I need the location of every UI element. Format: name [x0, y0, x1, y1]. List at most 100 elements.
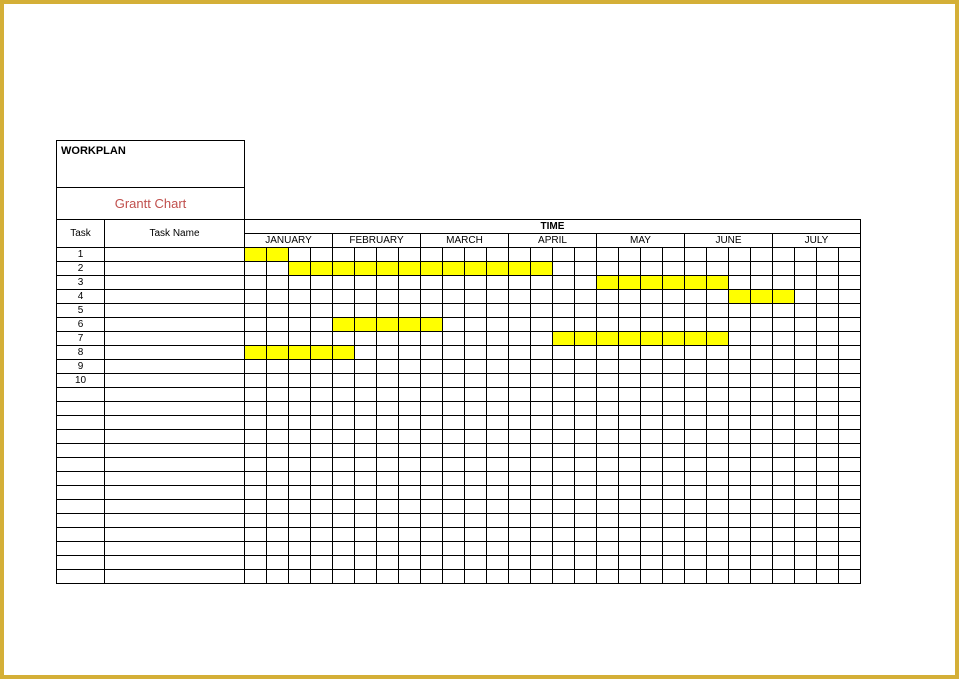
- gantt-cell: [509, 444, 531, 458]
- gantt-cell: [641, 304, 663, 318]
- gantt-cell: [817, 528, 839, 542]
- gantt-cell: [773, 374, 795, 388]
- gantt-cell: [685, 430, 707, 444]
- gantt-cell: [641, 346, 663, 360]
- gantt-cell: [377, 332, 399, 346]
- gantt-cell: [751, 332, 773, 346]
- gantt-cell: [795, 332, 817, 346]
- gantt-cell: [531, 248, 553, 262]
- gantt-cell: [289, 458, 311, 472]
- gantt-cell: [377, 304, 399, 318]
- gantt-cell: [773, 346, 795, 360]
- gantt-cell: [773, 248, 795, 262]
- gantt-cell: [465, 570, 487, 584]
- time-header: TIME: [245, 220, 861, 234]
- gantt-cell: [817, 556, 839, 570]
- gantt-cell: [465, 500, 487, 514]
- gantt-cell: [729, 360, 751, 374]
- task-name-cell: [105, 514, 245, 528]
- gantt-cell: [685, 360, 707, 374]
- gantt-cell: [487, 388, 509, 402]
- task-name-cell: [105, 262, 245, 276]
- gantt-cell: [355, 500, 377, 514]
- gantt-cell: [685, 444, 707, 458]
- gantt-cell: [509, 556, 531, 570]
- gantt-cell: [641, 360, 663, 374]
- gantt-cell: [465, 248, 487, 262]
- gantt-cell: [839, 332, 861, 346]
- gantt-cell: [707, 472, 729, 486]
- gantt-cell: [443, 570, 465, 584]
- gantt-cell: [399, 332, 421, 346]
- task-row: 9: [57, 360, 861, 374]
- gantt-cell: [597, 570, 619, 584]
- gantt-cell: [531, 360, 553, 374]
- gantt-cell: [553, 290, 575, 304]
- gantt-cell: [355, 486, 377, 500]
- gantt-cell: [839, 276, 861, 290]
- gantt-cell: [377, 360, 399, 374]
- gantt-cell: [553, 458, 575, 472]
- gantt-cell: [289, 472, 311, 486]
- gantt-cell: [751, 430, 773, 444]
- task-name-cell: [105, 444, 245, 458]
- gantt-cell: [377, 248, 399, 262]
- gantt-cell: [553, 528, 575, 542]
- gantt-cell: [553, 304, 575, 318]
- gantt-cell: [267, 444, 289, 458]
- task-number-cell: 8: [57, 346, 105, 360]
- gantt-cell: [465, 472, 487, 486]
- gantt-cell: [443, 416, 465, 430]
- gantt-cell: [377, 444, 399, 458]
- gantt-cell: [311, 486, 333, 500]
- task-number-cell: [57, 514, 105, 528]
- gantt-cell: [597, 374, 619, 388]
- gantt-cell: [795, 458, 817, 472]
- gantt-cell: [773, 472, 795, 486]
- gantt-cell: [729, 262, 751, 276]
- gantt-cell: [839, 416, 861, 430]
- gantt-cell: [267, 542, 289, 556]
- gantt-cell: [729, 248, 751, 262]
- task-row: [57, 472, 861, 486]
- gantt-cell: [333, 528, 355, 542]
- gantt-cell: [619, 444, 641, 458]
- gantt-cell: [443, 290, 465, 304]
- gantt-cell: [509, 318, 531, 332]
- gantt-cell: [619, 248, 641, 262]
- gantt-cell: [399, 318, 421, 332]
- gantt-cell: [795, 500, 817, 514]
- gantt-cell: [421, 262, 443, 276]
- gantt-cell: [465, 514, 487, 528]
- gantt-cell: [663, 248, 685, 262]
- gantt-cell: [597, 430, 619, 444]
- gantt-cell: [685, 374, 707, 388]
- gantt-cell: [267, 430, 289, 444]
- gantt-cell: [553, 570, 575, 584]
- gantt-cell: [311, 332, 333, 346]
- gantt-cell: [575, 346, 597, 360]
- gantt-cell: [641, 374, 663, 388]
- gantt-cell: [443, 458, 465, 472]
- gantt-cell: [333, 346, 355, 360]
- gantt-cell: [773, 514, 795, 528]
- gantt-cell: [245, 528, 267, 542]
- gantt-cell: [553, 430, 575, 444]
- gantt-cell: [773, 528, 795, 542]
- gantt-cell: [663, 570, 685, 584]
- gantt-cell: [443, 276, 465, 290]
- gantt-cell: [377, 276, 399, 290]
- gantt-cell: [795, 514, 817, 528]
- gantt-cell: [509, 472, 531, 486]
- gantt-cell: [597, 262, 619, 276]
- gantt-cell: [729, 290, 751, 304]
- gantt-cell: [531, 500, 553, 514]
- gantt-cell: [773, 304, 795, 318]
- gantt-cell: [421, 374, 443, 388]
- gantt-cell: [245, 388, 267, 402]
- gantt-cell: [443, 318, 465, 332]
- gantt-cell: [707, 430, 729, 444]
- gantt-cell: [531, 570, 553, 584]
- gantt-cell: [245, 402, 267, 416]
- gantt-cell: [465, 374, 487, 388]
